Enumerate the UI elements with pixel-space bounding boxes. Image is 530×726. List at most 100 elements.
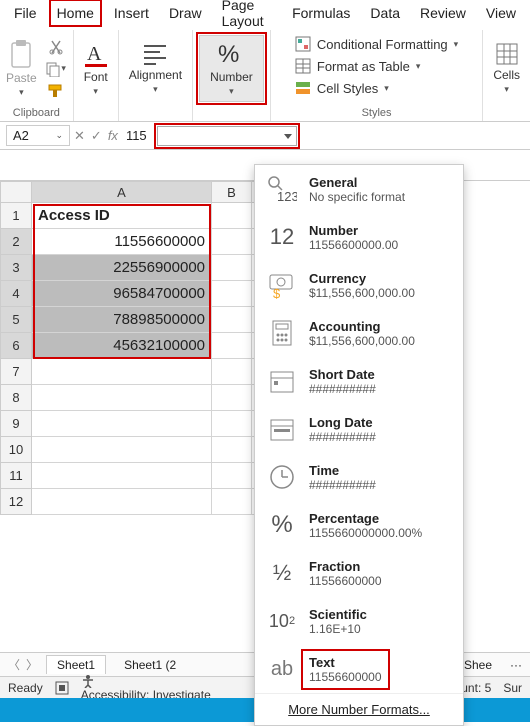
name-box[interactable]: A2 ⌄ [6, 125, 70, 146]
cells-button[interactable]: Cells ▾ [489, 40, 524, 97]
enter-button[interactable]: ✓ [91, 128, 102, 144]
paste-button[interactable]: Paste ▾ [6, 39, 37, 98]
cell[interactable] [212, 203, 252, 229]
cell[interactable] [212, 463, 252, 489]
row-header[interactable]: 10 [0, 437, 32, 463]
sheet-tab[interactable]: Sheet1 (2 [114, 656, 186, 674]
row-header[interactable]: 7 [0, 359, 32, 385]
cell[interactable] [212, 437, 252, 463]
cell[interactable] [212, 281, 252, 307]
svg-text:$: $ [273, 286, 281, 299]
nf-long-date[interactable]: Long Date########## [255, 405, 463, 453]
clipboard-icon [8, 39, 34, 69]
menu-file[interactable]: File [4, 1, 47, 25]
cell[interactable] [32, 437, 212, 463]
cut-button[interactable] [45, 38, 67, 56]
select-all-corner[interactable] [0, 181, 32, 203]
cell[interactable] [212, 333, 252, 359]
row-header[interactable]: 4 [0, 281, 32, 307]
svg-text:123: 123 [277, 189, 297, 203]
nf-scientific[interactable]: 102 Scientific1.16E+10 [255, 597, 463, 645]
cell-styles-button[interactable]: Cell Styles▾ [295, 80, 458, 96]
nf-accounting[interactable]: Accounting $11,556,600,000.00 [255, 309, 463, 357]
cell-A5[interactable]: 78898500000 [32, 307, 212, 333]
row-header[interactable]: 1 [0, 203, 32, 229]
cell[interactable] [32, 463, 212, 489]
row-header[interactable]: 5 [0, 307, 32, 333]
menu-insert[interactable]: Insert [104, 1, 159, 25]
menu-data[interactable]: Data [360, 1, 410, 25]
cancel-button[interactable]: ✕ [74, 128, 85, 144]
cell-A3[interactable]: 22556900000 [32, 255, 212, 281]
cell[interactable] [212, 255, 252, 281]
cell[interactable] [32, 359, 212, 385]
format-as-table-button[interactable]: Format as Table▾ [295, 58, 458, 74]
sheet-prev-button[interactable]: 〈 [8, 656, 20, 673]
nf-percentage[interactable]: % Percentage1155660000000.00% [255, 501, 463, 549]
cell[interactable] [212, 411, 252, 437]
group-font: A Font ▾ . [74, 30, 119, 121]
nf-time[interactable]: Time########## [255, 453, 463, 501]
font-button[interactable]: A Font ▾ [80, 38, 112, 99]
cell[interactable] [212, 489, 252, 515]
formula-value[interactable]: 115 [122, 128, 147, 143]
row-header[interactable]: 12 [0, 489, 32, 515]
row-header[interactable]: 11 [0, 463, 32, 489]
table-icon [295, 58, 311, 74]
menu-draw[interactable]: Draw [159, 1, 212, 25]
macro-icon[interactable] [55, 681, 69, 695]
cell-A4[interactable]: 96584700000 [32, 281, 212, 307]
fx-button[interactable]: fx [108, 128, 118, 144]
menu-view[interactable]: View [476, 1, 526, 25]
menu-formulas[interactable]: Formulas [282, 1, 360, 25]
nf-number[interactable]: 12 Number11556600000.00 [255, 213, 463, 261]
cell[interactable] [32, 385, 212, 411]
nf-more-formats[interactable]: More Number Formats... [255, 693, 463, 725]
alignment-button[interactable]: Alignment ▾ [125, 40, 186, 97]
row-header[interactable]: 9 [0, 411, 32, 437]
cell[interactable] [32, 489, 212, 515]
paste-label: Paste [6, 71, 37, 85]
col-header-B[interactable]: B [212, 181, 252, 203]
menu-review[interactable]: Review [410, 1, 476, 25]
nf-title: Number [309, 223, 398, 238]
sheet-tab[interactable]: Sheet1 [46, 655, 106, 674]
text-icon: ab [265, 653, 299, 685]
cell-A2[interactable]: 11556600000 [32, 229, 212, 255]
sheet-next-button[interactable]: 〉 [26, 656, 38, 673]
cell[interactable] [32, 411, 212, 437]
conditional-formatting-button[interactable]: Conditional Formatting▾ [295, 36, 458, 52]
nf-currency[interactable]: $ Currency$11,556,600,000.00 [255, 261, 463, 309]
sheet-more-button[interactable]: ··· [510, 658, 522, 672]
nf-text[interactable]: ab Text11556600000 [255, 645, 463, 693]
nf-short-date[interactable]: Short Date########## [255, 357, 463, 405]
number-format-menu: 123 GeneralNo specific format 12 Number1… [254, 164, 464, 726]
nf-sample: No specific format [309, 190, 405, 204]
copy-button[interactable]: ▾ [45, 60, 67, 78]
nf-sample: 1155660000000.00% [309, 526, 422, 540]
cell[interactable] [212, 385, 252, 411]
number-format-dropdown[interactable] [157, 126, 297, 146]
cond-format-icon [295, 36, 311, 52]
name-box-value: A2 [13, 128, 29, 143]
menu-page-layout[interactable]: Page Layout [212, 0, 282, 33]
number-format-button[interactable]: % Number ▾ [199, 35, 264, 102]
cell-A6[interactable]: 45632100000 [32, 333, 212, 359]
row-header[interactable]: 3 [0, 255, 32, 281]
row-header[interactable]: 6 [0, 333, 32, 359]
nf-title: Percentage [309, 511, 422, 526]
format-painter-button[interactable] [45, 82, 67, 100]
col-header-A[interactable]: A [32, 181, 212, 203]
row-header[interactable]: 8 [0, 385, 32, 411]
row-header[interactable]: 2 [0, 229, 32, 255]
cell[interactable] [212, 229, 252, 255]
nf-sample: 11556600000.00 [309, 238, 398, 252]
cell[interactable] [212, 359, 252, 385]
cell[interactable] [212, 307, 252, 333]
nf-fraction[interactable]: ½ Fraction11556600000 [255, 549, 463, 597]
menu-home[interactable]: Home [47, 1, 104, 25]
cell-A1[interactable]: Access ID [32, 203, 212, 229]
nf-title: Text [309, 655, 382, 670]
currency-icon: $ [265, 269, 299, 301]
nf-general[interactable]: 123 GeneralNo specific format [255, 165, 463, 213]
